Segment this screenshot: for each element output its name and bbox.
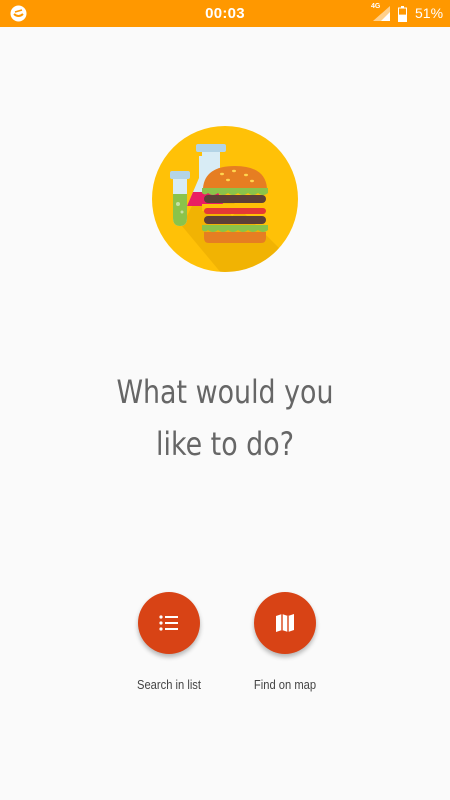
signal-icon xyxy=(373,6,390,21)
map-icon xyxy=(276,614,294,632)
question-line-2: like to do? xyxy=(156,425,294,463)
find-on-map-action: Find on map xyxy=(225,592,345,692)
find-on-map-label[interactable]: Find on map xyxy=(233,677,336,692)
question-heading: What would you like to do? xyxy=(36,366,414,470)
search-in-list-action: Search in list xyxy=(109,592,229,692)
find-on-map-button[interactable] xyxy=(254,592,316,654)
battery-percentage: 51% xyxy=(415,5,444,21)
battery-icon xyxy=(398,6,407,22)
status-bar: 00:03 4G 51% xyxy=(0,0,450,27)
list-icon xyxy=(159,615,178,631)
burger-and-test-tubes-illustration xyxy=(152,126,298,272)
question-line-1: What would you xyxy=(116,373,334,411)
search-in-list-button[interactable] xyxy=(138,592,200,654)
search-in-list-label[interactable]: Search in list xyxy=(117,677,220,692)
